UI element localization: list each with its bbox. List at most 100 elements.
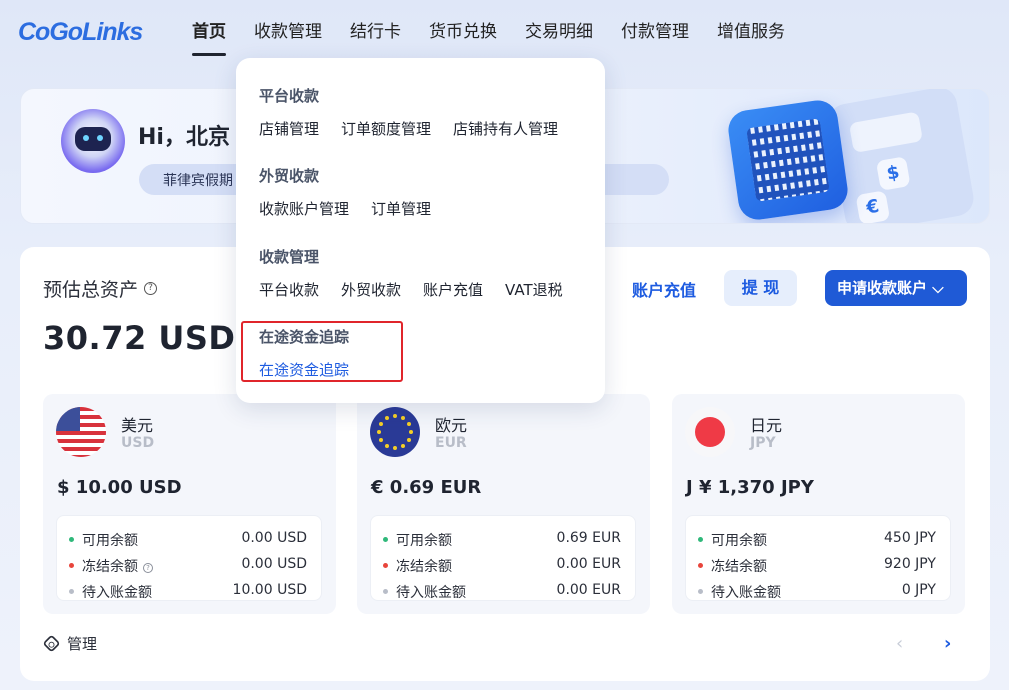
nav-collection[interactable]: 收款管理 — [254, 0, 322, 64]
menu-item-fund-tracking[interactable]: 在途资金追踪 — [259, 359, 349, 380]
menu-item-account-management[interactable]: 收款账户管理 — [259, 198, 349, 219]
currency-card-usd[interactable]: 美元 USD $ 10.00 USD 可用余额 0.00 USD 冻结余额? 0… — [43, 394, 336, 614]
dropdown-group-collection: 收款管理 平台收款 外贸收款 账户充值 VAT退税 — [259, 246, 585, 300]
green-dot-icon — [698, 537, 703, 542]
row-value: 10.00 USD — [232, 582, 307, 598]
row-label: 待入账金额 — [82, 585, 152, 601]
greeting-text: Hi，北京 — [138, 125, 230, 150]
nav-transactions[interactable]: 交易明细 — [525, 0, 593, 64]
row-value: 0.00 USD — [241, 530, 307, 546]
bank-tag-label: 菲律宾假期 — [163, 173, 233, 189]
green-dot-icon — [383, 537, 388, 542]
row-value: 0 JPY — [901, 582, 936, 598]
brand-logo[interactable]: CoGoLinks — [18, 14, 148, 48]
menu-item-store-management[interactable]: 店铺管理 — [259, 118, 319, 139]
currency-code: JPY — [750, 435, 776, 451]
row-label: 待入账金额 — [396, 585, 466, 601]
currency-name: 日元 — [750, 416, 783, 435]
qr-code-icon — [725, 97, 851, 223]
gray-dot-icon — [383, 589, 388, 594]
dropdown-group-platform: 平台收款 店铺管理 订单额度管理 店铺持有人管理 — [259, 85, 580, 139]
nav-card[interactable]: 结行卡 — [350, 0, 401, 64]
row-label: 可用余额 — [396, 533, 452, 549]
row-value: 450 JPY — [884, 530, 936, 546]
row-label: 冻结余额 — [82, 559, 138, 575]
currency-name: 美元 — [121, 416, 154, 435]
red-dot-icon — [69, 563, 74, 568]
balance-details: 可用余额 0.00 USD 冻结余额? 0.00 USD 待入账金额 10.00… — [56, 515, 322, 601]
dropdown-group-trade: 外贸收款 收款账户管理 订单管理 — [259, 165, 453, 219]
currency-card-jpy[interactable]: 日元 JPY J ¥ 1,370 JPY 可用余额 450 JPY 冻结余额 9… — [672, 394, 965, 614]
balance-details: 可用余额 450 JPY 冻结余额 920 JPY 待入账金额 0 JPY — [685, 515, 951, 601]
currency-card-eur[interactable]: 欧元 EUR € 0.69 EUR 可用余额 0.69 EUR 冻结余额 0.0… — [357, 394, 650, 614]
manage-label: 管理 — [67, 635, 98, 653]
currency-balance: € 0.69 EUR — [371, 477, 482, 498]
question-circle-icon[interactable]: ? — [143, 563, 153, 573]
row-value: 0.00 EUR — [556, 582, 621, 598]
group-title: 外贸收款 — [259, 167, 320, 185]
jp-flag-icon — [685, 407, 735, 457]
euro-coin-icon: € — [855, 190, 891, 223]
available-row: 可用余额 0.00 USD — [69, 530, 307, 550]
gray-dot-icon — [69, 589, 74, 594]
main-nav: 首页 收款管理 结行卡 货币兑换 交易明细 付款管理 增值服务 — [192, 0, 813, 64]
group-title: 在途资金追踪 — [259, 328, 350, 346]
available-row: 可用余额 450 JPY — [698, 530, 936, 550]
avatar-eye — [83, 135, 89, 141]
qr-pattern — [746, 118, 830, 202]
apply-account-button[interactable]: 申请收款账户 ⌵ — [825, 270, 967, 306]
row-label: 可用余额 — [711, 533, 767, 549]
manage-button[interactable]: 管理 — [42, 633, 98, 654]
pending-row: 待入账金额 0 JPY — [698, 582, 936, 602]
avatar-eye — [97, 135, 103, 141]
group-title: 平台收款 — [259, 87, 320, 105]
currency-code: EUR — [435, 435, 467, 451]
balance-details: 可用余额 0.69 EUR 冻结余额 0.00 EUR 待入账金额 0.00 E… — [370, 515, 636, 601]
frozen-row: 冻结余额? 0.00 USD — [69, 556, 307, 576]
menu-item-order-management[interactable]: 订单管理 — [371, 198, 431, 219]
logo-mark: CoGoLinks — [18, 18, 144, 46]
nav-value-added[interactable]: 增值服务 — [717, 0, 785, 64]
row-label: 冻结余额 — [711, 559, 767, 575]
withdraw-button[interactable]: 提 现 — [724, 270, 797, 306]
red-dot-icon — [698, 563, 703, 568]
total-assets-label: 预估总资产? — [43, 275, 158, 302]
currency-code: USD — [121, 435, 155, 451]
group-title: 收款管理 — [259, 248, 320, 266]
row-label: 可用余额 — [82, 533, 138, 549]
chevron-right-icon[interactable]: › — [944, 633, 951, 654]
menu-item-vat-refund[interactable]: VAT退税 — [505, 279, 563, 300]
total-assets-value: 30.72 USD — [43, 319, 236, 357]
available-row: 可用余额 0.69 EUR — [383, 530, 621, 550]
menu-item-platform-collection[interactable]: 平台收款 — [259, 279, 319, 300]
row-value: 0.00 EUR — [556, 556, 621, 572]
nav-home[interactable]: 首页 — [192, 0, 226, 64]
gray-dot-icon — [698, 589, 703, 594]
menu-item-store-owner[interactable]: 店铺持有人管理 — [453, 118, 558, 139]
svg-text:CoGoLinks: CoGoLinks — [18, 18, 143, 46]
pending-row: 待入账金额 10.00 USD — [69, 582, 307, 602]
collection-dropdown-menu: 平台收款 店铺管理 订单额度管理 店铺持有人管理 外贸收款 收款账户管理 订单管… — [236, 58, 605, 403]
recharge-button[interactable]: 账户充值 — [632, 277, 696, 301]
us-flag-icon — [56, 407, 106, 457]
nav-exchange[interactable]: 货币兑换 — [429, 0, 497, 64]
menu-item-trade-collection[interactable]: 外贸收款 — [341, 279, 401, 300]
red-dot-icon — [383, 563, 388, 568]
pending-row: 待入账金额 0.00 EUR — [383, 582, 621, 602]
mini-chart-icon — [848, 111, 924, 154]
menu-item-order-quota[interactable]: 订单额度管理 — [341, 118, 431, 139]
robot-avatar-icon — [61, 109, 125, 173]
phone-illustration: $ € — [825, 89, 977, 223]
eu-flag-icon — [370, 407, 420, 457]
question-circle-icon[interactable]: ? — [144, 282, 158, 295]
top-nav: CoGoLinks 首页 收款管理 结行卡 货币兑换 交易明细 付款管理 增值服… — [0, 0, 1009, 64]
green-dot-icon — [69, 537, 74, 542]
currency-balance: $ 10.00 USD — [57, 477, 182, 498]
row-value: 0.69 EUR — [556, 530, 621, 546]
frozen-row: 冻结余额 0.00 EUR — [383, 556, 621, 576]
chevron-left-icon[interactable]: ‹ — [896, 633, 903, 654]
dropdown-group-tracking: 在途资金追踪 在途资金追踪 — [259, 326, 371, 380]
nav-payments[interactable]: 付款管理 — [621, 0, 689, 64]
menu-item-account-recharge[interactable]: 账户充值 — [423, 279, 483, 300]
dollar-coin-icon: $ — [875, 156, 911, 191]
